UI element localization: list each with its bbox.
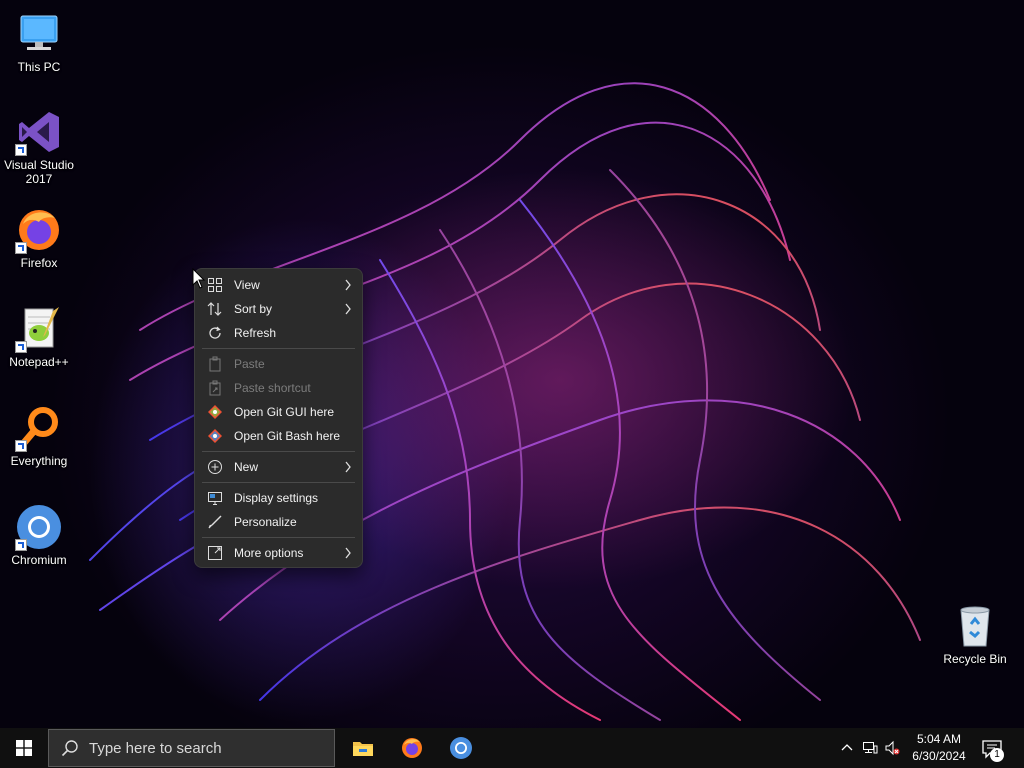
search-placeholder: Type here to search: [89, 739, 222, 757]
menu-separator: [202, 451, 355, 452]
desktop-icon-firefox[interactable]: Firefox: [0, 206, 78, 270]
desktop-icon-this-pc[interactable]: This PC: [0, 10, 78, 74]
grid-view-icon: [207, 277, 223, 293]
desktop-icon-everything[interactable]: Everything: [0, 404, 78, 468]
desktop-icon-recycle-bin[interactable]: Recycle Bin: [936, 602, 1014, 666]
firefox-icon: [402, 738, 422, 758]
volume-muted-icon[interactable]: [884, 740, 900, 756]
menu-item-label: Paste shortcut: [234, 381, 311, 395]
desktop-icon-notepad-plus-plus[interactable]: Notepad++: [0, 305, 78, 369]
taskbar: Type here to search 5:04 AM 6/30/2024 1: [0, 728, 1024, 768]
desktop-icon-chromium[interactable]: Chromium: [0, 503, 78, 567]
git-gui-icon: [207, 404, 223, 420]
visual-studio-icon: [15, 108, 63, 156]
taskbar-app-chromium[interactable]: [437, 728, 485, 768]
desktop-icon-visual-studio[interactable]: Visual Studio 2017: [0, 108, 78, 186]
menu-item-paste-shortcut[interactable]: Paste shortcut: [195, 376, 362, 400]
desktop-icon-label: Visual Studio 2017: [4, 158, 74, 186]
more-options-icon: [207, 545, 223, 561]
menu-item-label: Open Git GUI here: [234, 405, 335, 419]
notification-count-badge: 1: [990, 748, 1004, 762]
chromium-icon: [15, 503, 63, 551]
everything-search-icon: [15, 404, 63, 452]
notepad-plus-plus-icon: [15, 305, 63, 353]
desktop-icon-label: Notepad++: [9, 355, 69, 369]
menu-item-open-git-bash[interactable]: Open Git Bash here: [195, 424, 362, 448]
menu-item-label: More options: [234, 546, 304, 560]
desktop-context-menu: View Sort by Refresh Paste Paste shortcu…: [194, 268, 363, 568]
taskbar-search-box[interactable]: Type here to search: [48, 729, 335, 767]
firefox-icon: [15, 206, 63, 254]
git-bash-icon: [207, 428, 223, 444]
file-explorer-icon: [353, 742, 373, 756]
taskbar-clock[interactable]: 5:04 AM 6/30/2024: [906, 731, 972, 765]
new-plus-icon: [207, 459, 223, 475]
personalize-brush-icon: [207, 514, 223, 530]
menu-item-new[interactable]: New: [195, 455, 362, 479]
network-icon[interactable]: [862, 740, 878, 756]
menu-item-sort-by[interactable]: Sort by: [195, 297, 362, 321]
recycle-bin-icon: [951, 602, 999, 650]
chevron-right-icon: [345, 303, 351, 315]
menu-item-open-git-gui[interactable]: Open Git GUI here: [195, 400, 362, 424]
menu-item-personalize[interactable]: Personalize: [195, 510, 362, 534]
taskbar-app-firefox[interactable]: [388, 728, 436, 768]
menu-item-label: Personalize: [234, 515, 297, 529]
menu-item-label: Refresh: [234, 326, 277, 340]
taskbar-app-file-explorer[interactable]: [339, 728, 387, 768]
menu-separator: [202, 348, 355, 349]
mouse-cursor-icon: [192, 268, 206, 289]
menu-item-more-options[interactable]: More options: [195, 541, 362, 565]
display-settings-icon: [207, 490, 223, 506]
paste-icon: [207, 356, 223, 372]
computer-icon: [15, 10, 63, 58]
chromium-icon: [450, 737, 472, 759]
desktop-icon-label: Everything: [10, 454, 68, 468]
menu-item-label: Paste: [234, 357, 265, 371]
refresh-icon: [207, 325, 223, 341]
desktop-icon-label: Firefox: [20, 256, 58, 270]
menu-item-label: Display settings: [234, 491, 319, 505]
menu-item-display-settings[interactable]: Display settings: [195, 486, 362, 510]
menu-item-label: Sort by: [234, 302, 273, 316]
chevron-up-icon[interactable]: [839, 740, 855, 756]
menu-item-label: View: [234, 278, 260, 292]
menu-item-label: Open Git Bash here: [234, 429, 341, 443]
paste-shortcut-icon: [207, 380, 223, 396]
desktop-icon-label: Recycle Bin: [943, 652, 1007, 666]
start-button[interactable]: [0, 728, 48, 768]
menu-item-label: New: [234, 460, 259, 474]
clock-time: 5:04 AM: [916, 732, 962, 746]
desktop-icon-label: This PC: [17, 60, 61, 74]
menu-item-paste[interactable]: Paste: [195, 352, 362, 376]
windows-logo-icon: [16, 740, 32, 756]
menu-item-view[interactable]: View: [195, 273, 362, 297]
desktop-icon-label: Chromium: [11, 553, 67, 567]
chevron-right-icon: [345, 461, 351, 473]
sort-icon: [207, 301, 223, 317]
clock-date: 6/30/2024: [912, 749, 966, 763]
menu-item-refresh[interactable]: Refresh: [195, 321, 362, 345]
menu-separator: [202, 482, 355, 483]
desktop-wallpaper: [89, 82, 921, 721]
chevron-right-icon: [345, 547, 351, 559]
chevron-right-icon: [345, 279, 351, 291]
menu-separator: [202, 537, 355, 538]
search-icon: [61, 740, 78, 757]
